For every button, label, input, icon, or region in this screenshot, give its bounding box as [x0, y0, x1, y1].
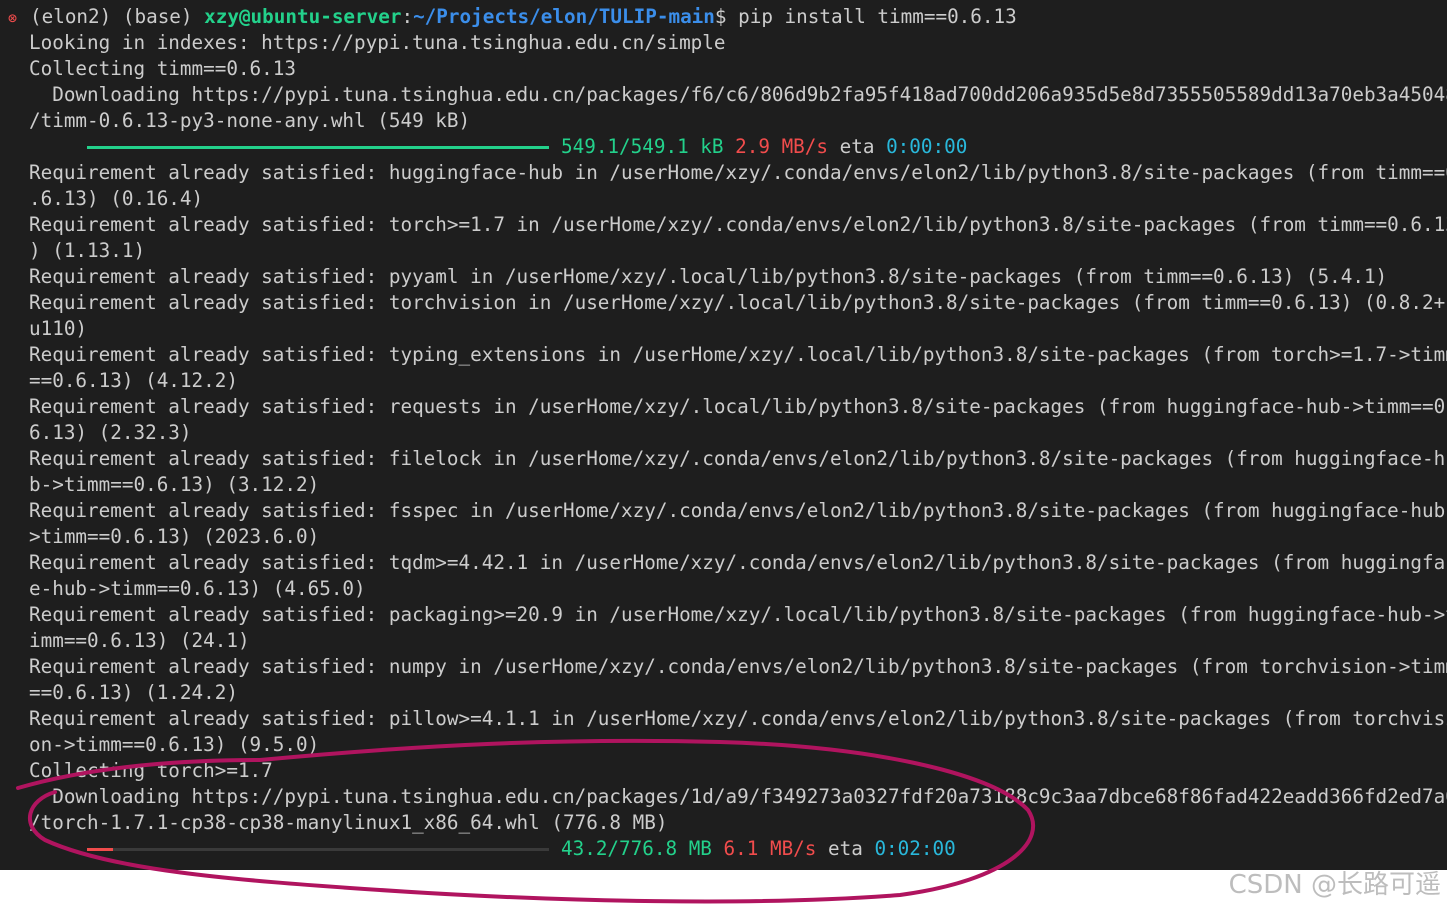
requirement-line: Requirement already satisfied: pyyaml in… — [29, 265, 1388, 288]
progress-stats-torch: 43.2/776.8 MB 6.1 MB/s eta 0:02:00 — [561, 836, 956, 862]
requirement-line: on->timm==0.6.13) (9.5.0) — [29, 733, 320, 756]
output-line-download-torch-file: /torch-1.7.1-cp38-cp38-manylinux1_x86_64… — [29, 811, 668, 834]
progress-bar-fill-timm — [87, 146, 549, 149]
requirement-line: Requirement already satisfied: huggingfa… — [29, 161, 1447, 184]
requirement-line: ==0.6.13) (1.24.2) — [29, 681, 238, 704]
requirement-line: Requirement already satisfied: typing_ex… — [29, 343, 1447, 366]
progress-size-timm: 549.1/549.1 kB — [561, 135, 724, 158]
csdn-watermark: CSDN @长路可遥 — [1228, 870, 1441, 900]
prompt-user-host: xzy@ubuntu-server — [204, 5, 402, 28]
progress-eta-timm: 0:00:00 — [886, 135, 968, 158]
requirement-line: Requirement already satisfied: numpy in … — [29, 655, 1447, 678]
requirement-line: imm==0.6.13) (24.1) — [29, 629, 250, 652]
prompt-line: ⊗ (elon2) (base) xzy@ubuntu-server:~/Proj… — [8, 4, 1017, 30]
requirement-line: u110) — [29, 317, 88, 340]
requirement-line: Requirement already satisfied: torch>=1.… — [29, 213, 1447, 236]
requirement-line: Requirement already satisfied: tqdm>=4.4… — [29, 551, 1447, 574]
progress-eta-torch: 0:02:00 — [874, 837, 956, 860]
error-circle-icon: ⊗ — [8, 9, 18, 27]
progress-size-torch: 43.2/776.8 MB — [561, 837, 712, 860]
output-line-collecting-timm: Collecting timm==0.6.13 — [29, 57, 296, 80]
requirement-line: Requirement already satisfied: pillow>=4… — [29, 707, 1447, 730]
progress-speed-timm: 2.9 MB/s — [735, 135, 829, 158]
requirement-line: Requirement already satisfied: fsspec in… — [29, 499, 1447, 522]
requirement-line: e-hub->timm==0.6.13) (4.65.0) — [29, 577, 366, 600]
progress-stats-timm: 549.1/549.1 kB 2.9 MB/s eta 0:00:00 — [561, 134, 967, 160]
output-line-download-timm: Downloading https://pypi.tuna.tsinghua.e… — [29, 83, 1447, 106]
requirement-line: >timm==0.6.13) (2023.6.0) — [29, 525, 320, 548]
progress-bar-track-torch — [87, 848, 549, 851]
terminal-window[interactable]: ⊗ (elon2) (base) xzy@ubuntu-server:~/Proj… — [0, 0, 1447, 870]
requirement-line: b->timm==0.6.13) (3.12.2) — [29, 473, 320, 496]
requirement-line: .6.13) (0.16.4) — [29, 187, 204, 210]
requirement-line: 6.13) (2.32.3) — [29, 421, 192, 444]
prompt-dollar: $ — [714, 5, 739, 28]
prompt-separator: : — [401, 5, 414, 28]
output-line-download-torch: Downloading https://pypi.tuna.tsinghua.e… — [29, 785, 1447, 808]
progress-bar-fill-torch — [87, 848, 113, 851]
requirement-line: Requirement already satisfied: packaging… — [29, 603, 1447, 626]
output-line-collecting-torch: Collecting torch>=1.7 — [29, 759, 273, 782]
requirement-line: Requirement already satisfied: requests … — [29, 395, 1447, 418]
command-text: pip install timm==0.6.13 — [738, 5, 1017, 28]
prompt-path: ~/Projects/elon/TULIP-main — [413, 5, 715, 28]
prompt-env: (elon2) (base) — [30, 5, 205, 28]
requirement-line: Requirement already satisfied: filelock … — [29, 447, 1447, 470]
output-line-index: Looking in indexes: https://pypi.tuna.ts… — [29, 31, 726, 54]
requirement-line: ) (1.13.1) — [29, 239, 146, 262]
progress-speed-torch: 6.1 MB/s — [723, 837, 817, 860]
requirement-line: ==0.6.13) (4.12.2) — [29, 369, 238, 392]
output-line-download-timm-file: /timm-0.6.13-py3-none-any.whl (549 kB) — [29, 109, 471, 132]
progress-eta-label-torch: eta — [828, 837, 863, 860]
progress-eta-label-timm: eta — [839, 135, 875, 158]
requirement-line: Requirement already satisfied: torchvisi… — [29, 291, 1447, 314]
